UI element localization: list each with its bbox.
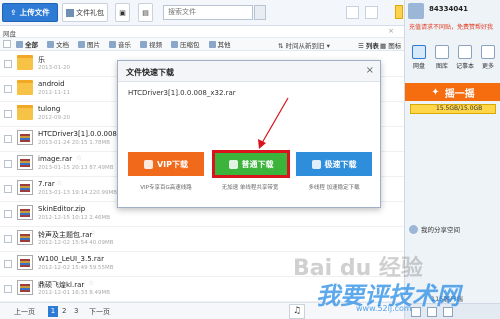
inbox-button[interactable]: ▤ <box>138 3 153 22</box>
row-checkbox[interactable] <box>4 135 12 143</box>
archive-file-icon <box>17 130 33 145</box>
archive-file-icon <box>17 155 33 170</box>
notepad-icon <box>458 45 472 59</box>
archive-file-icon <box>17 255 33 270</box>
new-folder-button[interactable]: ▣ <box>115 3 130 22</box>
page-1[interactable]: 1 <box>48 306 58 317</box>
account-warning[interactable]: 充值请求不同贴，免费赞帮好我 <box>409 22 493 31</box>
archive-file-icon <box>17 180 33 195</box>
gallery-icon <box>435 45 449 59</box>
row-checkbox[interactable] <box>4 85 12 93</box>
netdisk-icon <box>412 45 426 59</box>
folder-icon <box>17 55 33 70</box>
star-icon[interactable]: ☆ <box>88 279 94 287</box>
new-folder-icon: ▣ <box>119 8 126 17</box>
storage-quota: 15.5GB/15.0GB <box>410 104 496 114</box>
search-button[interactable] <box>254 5 266 20</box>
gift-icon <box>66 8 74 17</box>
row-checkbox[interactable] <box>4 210 12 218</box>
image-icon <box>78 40 85 48</box>
archive-file-icon <box>17 280 33 295</box>
fast-download-button[interactable]: 极速下载 <box>296 152 372 176</box>
page-2[interactable]: 2 <box>62 307 66 315</box>
share-icon <box>409 224 418 234</box>
shake-icon: ✦ <box>431 86 440 98</box>
tool-notepad[interactable]: 记事本 <box>455 45 475 70</box>
star-icon[interactable]: ☆ <box>56 179 62 187</box>
star-icon[interactable]: ☆ <box>90 229 96 237</box>
row-checkbox[interactable] <box>4 110 12 118</box>
quick-download-dialog: 文件快速下载 × HTCDriver3[1].0.0.008_x32.rar V… <box>117 60 381 208</box>
normal-download-button[interactable]: 普通下载 <box>212 150 290 178</box>
filter-all[interactable]: 全部 <box>16 39 38 49</box>
next-page-link[interactable]: 下一页 <box>89 307 110 317</box>
gift-icon[interactable] <box>365 6 378 19</box>
search-input[interactable] <box>163 5 253 20</box>
site-url-watermark: www.52ij.com <box>356 304 412 313</box>
list-item[interactable]: 铃声及主题包.rar ☆ 2012-12-02 15:54 40.09MB <box>0 227 404 252</box>
filter-docs[interactable]: 文档 <box>47 39 69 49</box>
row-checkbox[interactable] <box>4 285 12 293</box>
vip-icon <box>143 159 153 169</box>
tool-more[interactable]: 更多 <box>478 45 498 70</box>
filter-images[interactable]: 图片 <box>78 39 100 49</box>
archive-icon <box>171 40 178 48</box>
tool-gallery[interactable]: 图库 <box>432 45 452 70</box>
tool-netdisk[interactable]: 网盘 <box>409 45 429 70</box>
share-space-link[interactable]: 我的分享空间 <box>409 224 460 234</box>
hint-tab[interactable] <box>395 5 403 19</box>
view-icon-button[interactable]: ▦ 图标 <box>380 40 401 50</box>
row-checkbox[interactable] <box>4 260 12 268</box>
close-icon[interactable]: × <box>388 27 394 35</box>
filter-video[interactable]: 视频 <box>140 39 162 49</box>
other-icon <box>208 40 216 48</box>
top-toolbar: ⇪ 上传文件 文件礼包 ▣ ▤ <box>0 0 404 26</box>
filter-archive[interactable]: 压缩包 <box>171 39 200 49</box>
dialog-file-name: HTCDriver3[1].0.0.008_x32.rar <box>128 89 236 97</box>
account-id: 84334041 <box>429 5 468 13</box>
video-icon <box>140 40 147 48</box>
dialog-title: 文件快速下载 <box>118 61 380 82</box>
sort-select[interactable]: ⇅ 时间从新到旧 ▾ <box>278 40 330 50</box>
archive-file-icon <box>17 205 33 220</box>
upload-button[interactable]: ⇪ 上传文件 <box>2 3 58 22</box>
select-all-checkbox[interactable] <box>3 40 11 48</box>
mail-icon[interactable] <box>346 6 359 19</box>
close-icon[interactable]: × <box>366 65 374 76</box>
row-checkbox[interactable] <box>4 235 12 243</box>
more-icon <box>481 45 495 59</box>
row-checkbox[interactable] <box>4 185 12 193</box>
breadcrumb-root[interactable]: 网盘 <box>3 30 16 38</box>
gift-button[interactable]: 文件礼包 <box>62 3 108 22</box>
row-checkbox[interactable] <box>4 160 12 168</box>
star-icon[interactable]: ☆ <box>76 154 82 162</box>
avatar[interactable] <box>408 3 424 19</box>
upload-icon: ⇪ <box>10 8 17 17</box>
filter-other[interactable]: 其他 <box>208 39 231 49</box>
star-icon[interactable]: ☆ <box>96 254 102 262</box>
filter-bar: 全部 文档 图片 音乐 视频 压缩包 其他 ⇅ 时间从新到旧 ▾ ☰ 列表 ▦ … <box>0 38 404 51</box>
shake-button[interactable]: ✦ 摇一摇 <box>405 83 500 101</box>
music-icon <box>109 40 116 48</box>
download-icon <box>228 159 238 169</box>
doc-icon <box>47 40 54 48</box>
archive-file-icon <box>17 230 33 245</box>
fast-note: 多线程 加速稳定下载 <box>308 185 360 191</box>
all-icon <box>16 40 23 48</box>
inbox-icon: ▤ <box>142 8 149 17</box>
prev-page-link[interactable]: 上一页 <box>14 307 35 317</box>
row-checkbox[interactable] <box>4 60 12 68</box>
folder-icon <box>17 105 33 120</box>
folder-icon <box>17 80 33 95</box>
normal-note: 无加速 单线程共享带宽 <box>221 185 279 191</box>
view-list-button[interactable]: ☰ 列表 <box>358 40 379 50</box>
breadcrumb: 网盘 × <box>0 26 404 38</box>
fast-icon <box>311 159 321 169</box>
page-3[interactable]: 3 <box>74 307 78 315</box>
vip-note: VIP专享百G高速线路 <box>140 185 192 191</box>
tool-row: 网盘 图库 记事本 更多 <box>407 45 500 75</box>
music-icon[interactable]: ♫ <box>289 304 305 319</box>
filter-music[interactable]: 音乐 <box>109 39 131 49</box>
vip-download-button[interactable]: VIP下载 <box>128 152 204 176</box>
